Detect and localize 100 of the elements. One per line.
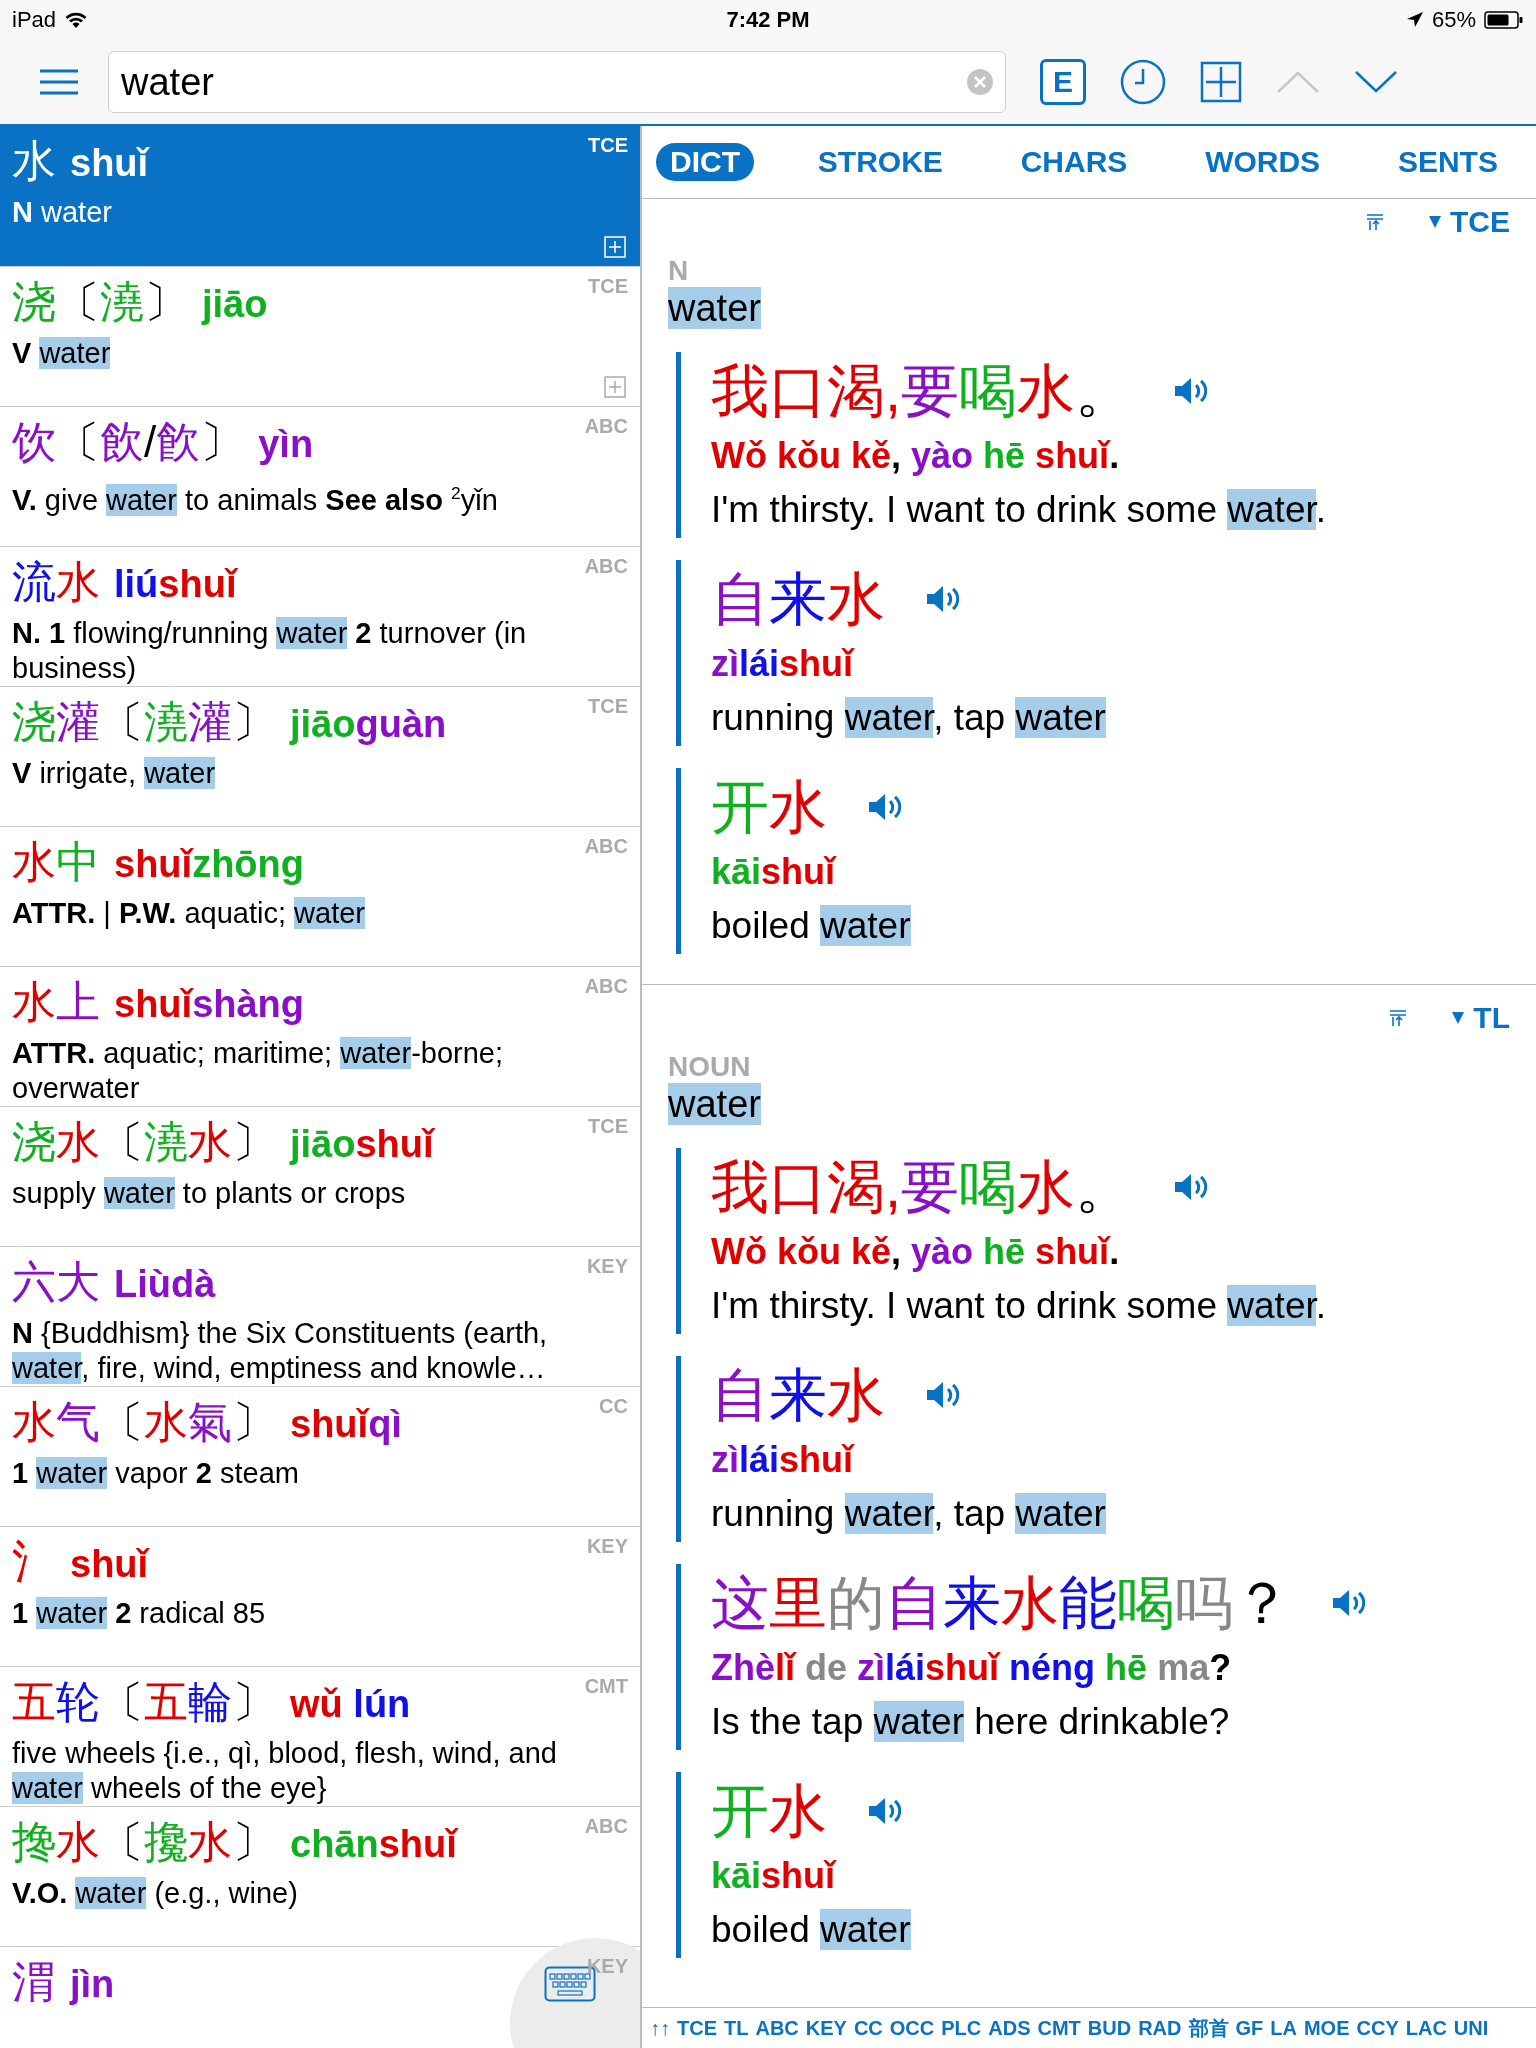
source-label: TCE xyxy=(588,1115,628,1138)
source-label: ABC xyxy=(584,555,628,578)
source-label: CMT xyxy=(584,1675,628,1698)
device-name: iPad xyxy=(12,7,57,33)
pinyin: chānshuǐ xyxy=(290,1823,457,1866)
tab[interactable]: CHARS xyxy=(1006,143,1142,181)
result-row[interactable]: 水中 shuǐzhōng ATTR. | P.W. aquatic; water ABC xyxy=(0,826,640,966)
source-link[interactable]: CC xyxy=(853,2016,883,2040)
location-arrow-icon xyxy=(1405,11,1424,29)
definition: 1 water 2 radical 85 xyxy=(12,1596,267,1631)
example-translation: boiled water xyxy=(711,904,912,948)
chevron-down-icon[interactable] xyxy=(1354,70,1398,94)
battery-icon xyxy=(1484,10,1524,30)
source-link[interactable]: LA xyxy=(1270,2016,1297,2040)
jump-top-button[interactable]: ↑↑ xyxy=(650,2016,670,2040)
example-translation: Is the tap water here drinkable? xyxy=(711,1700,1231,1744)
example-translation: I'm thirsty. I want to drink some water. xyxy=(711,488,1328,532)
source-label: TCE xyxy=(588,695,628,718)
headword: 六大 xyxy=(12,1256,100,1308)
result-row[interactable]: 浇〔澆〕 jiāo V water TCE xyxy=(0,266,640,406)
example-translation: boiled water xyxy=(711,1908,912,1952)
mode-button[interactable]: E xyxy=(1040,59,1086,105)
definition: N. 1 flowing/running water 2 turnover (in business) xyxy=(12,616,528,686)
headword: 渭 xyxy=(12,1956,56,2008)
collapse-icon[interactable] xyxy=(1366,213,1384,231)
source-toggle[interactable]: TL xyxy=(1451,1001,1510,1035)
gloss: water xyxy=(668,287,761,329)
part-of-speech: N xyxy=(668,255,690,287)
pinyin: jiāo xyxy=(202,283,268,326)
example-pinyin: kāishuǐ xyxy=(711,1854,838,1898)
headword: 水气〔水氣〕 xyxy=(12,1396,276,1448)
source-link[interactable]: KEY xyxy=(805,2016,847,2040)
example-hanzi: 这里的 自来水能喝吗？ xyxy=(711,1569,1291,1637)
source-link[interactable]: UNI xyxy=(1453,2016,1489,2040)
search-field[interactable]: water xyxy=(108,51,1006,113)
result-row[interactable]: 水上 shuǐshàng ATTR. aquatic; maritime; water-borne; overwater ABC xyxy=(0,966,640,1106)
source-link[interactable]: MOE xyxy=(1303,2016,1350,2040)
definition: V. give water to animals See also $^{2}$yǐn xyxy=(12,482,499,518)
result-row[interactable]: 浇灌〔澆灌〕 jiāoguàn V irrigate, water TCE xyxy=(0,686,640,826)
headword: 水 xyxy=(12,135,56,187)
example-translation: running water, tap water xyxy=(711,696,1107,740)
example-pinyin: kāishuǐ xyxy=(711,850,838,894)
collapse-icon[interactable] xyxy=(1389,1009,1408,1027)
tab[interactable]: DICT xyxy=(656,143,754,181)
pinyin: jiāoshuǐ xyxy=(290,1123,434,1166)
definition: ATTR. | P.W. aquatic; water xyxy=(12,896,366,931)
clock-time: 7:42 PM xyxy=(726,7,810,33)
source-link[interactable]: TL xyxy=(724,2016,749,2040)
menu-icon[interactable] xyxy=(38,68,80,96)
pinyin: yìn xyxy=(258,423,314,466)
definition: five wheels {i.e., qì, blood, flesh, wind, and water wheels of the eye} xyxy=(12,1736,558,1806)
source-label: ABC xyxy=(584,415,628,438)
tab[interactable]: SENTS xyxy=(1383,143,1512,181)
headword: 流水 xyxy=(12,556,100,608)
example-translation: I'm thirsty. I want to drink some water. xyxy=(711,1284,1328,1328)
result-row[interactable]: 水气〔水氣〕 shuǐqì 1 water vapor 2 steam CC xyxy=(0,1386,640,1526)
pinyin: shuǐ xyxy=(70,142,149,185)
headword: 浇水〔澆水〕 xyxy=(12,1116,276,1168)
result-row[interactable]: 五轮〔五輪〕 wǔ lún five wheels {i.e., qì, blood, flesh, wind, and water wheels of the eye} CMT xyxy=(0,1666,640,1806)
source-label: KEY xyxy=(586,1255,628,1278)
result-row[interactable]: 六大 Liùdà N {Buddhism} the Six Constituents (earth, water, fire, wind, emptiness and knowle… KEY xyxy=(0,1246,640,1386)
result-row[interactable]: 流水 liúshuǐ N. 1 flowing/running water 2 turnover (in business) ABC xyxy=(0,546,640,686)
source-link[interactable]: BUD xyxy=(1087,2016,1132,2040)
result-row[interactable]: 氵 shuǐ 1 water 2 radical 85 KEY xyxy=(0,1526,640,1666)
source-link[interactable]: OCC xyxy=(889,2016,935,2040)
pinyin: jìn xyxy=(70,1963,115,2006)
result-row[interactable]: 饮〔飲/飮〕 yìn V. give water to animals See also $^{2}$yǐn ABC xyxy=(0,406,640,546)
source-link[interactable]: CCY xyxy=(1356,2016,1399,2040)
example-hanzi: 自来水 xyxy=(711,1361,885,1429)
source-label: ABC xyxy=(584,975,628,998)
source-label: ABC xyxy=(584,835,628,858)
headword: 浇灌〔澆灌〕 xyxy=(12,696,276,748)
tab[interactable]: STROKE xyxy=(803,143,957,181)
pinyin: Liùdà xyxy=(114,1263,216,1306)
source-link[interactable]: RAD xyxy=(1138,2016,1182,2040)
add-icon[interactable] xyxy=(1200,61,1242,103)
pinyin: shuǐzhōng xyxy=(114,843,304,886)
source-link[interactable]: ABC xyxy=(755,2016,799,2040)
source-link[interactable]: LAC xyxy=(1405,2016,1447,2040)
pinyin: jiāoguàn xyxy=(290,703,447,746)
headword: 饮〔飲/飮〕 xyxy=(12,416,245,468)
source-link[interactable]: TCE xyxy=(677,2016,717,2040)
example-translation: running water, tap water xyxy=(711,1492,1107,1536)
example-pinyin: Wǒ kǒu kě, yào hē shuǐ. xyxy=(711,1230,1121,1274)
clock-icon[interactable] xyxy=(1120,59,1166,105)
source-link[interactable]: CMT xyxy=(1037,2016,1081,2040)
source-link[interactable]: PLC xyxy=(941,2016,982,2040)
definition: N water xyxy=(12,195,113,230)
source-toggle[interactable]: TCE xyxy=(1428,205,1510,239)
example-pinyin: Zhèlǐ de zìláishuǐ néng hē ma? xyxy=(711,1646,1233,1690)
result-row[interactable]: 水 shuǐ N water TCE xyxy=(0,126,640,266)
tab[interactable]: WORDS xyxy=(1191,143,1335,181)
dropdown-triangle-icon xyxy=(1428,215,1442,229)
result-row[interactable]: 浇水〔澆水〕 jiāoshuǐ supply water to plants or crops TCE xyxy=(0,1106,640,1246)
headword: 水中 xyxy=(12,836,100,888)
example-hanzi: 自来水 xyxy=(711,565,885,633)
pinyin: liúshuǐ xyxy=(114,563,237,606)
source-link[interactable]: GF xyxy=(1235,2016,1264,2040)
source-link[interactable]: 部首 xyxy=(1188,2014,1229,2042)
source-link[interactable]: ADS xyxy=(988,2016,1031,2040)
